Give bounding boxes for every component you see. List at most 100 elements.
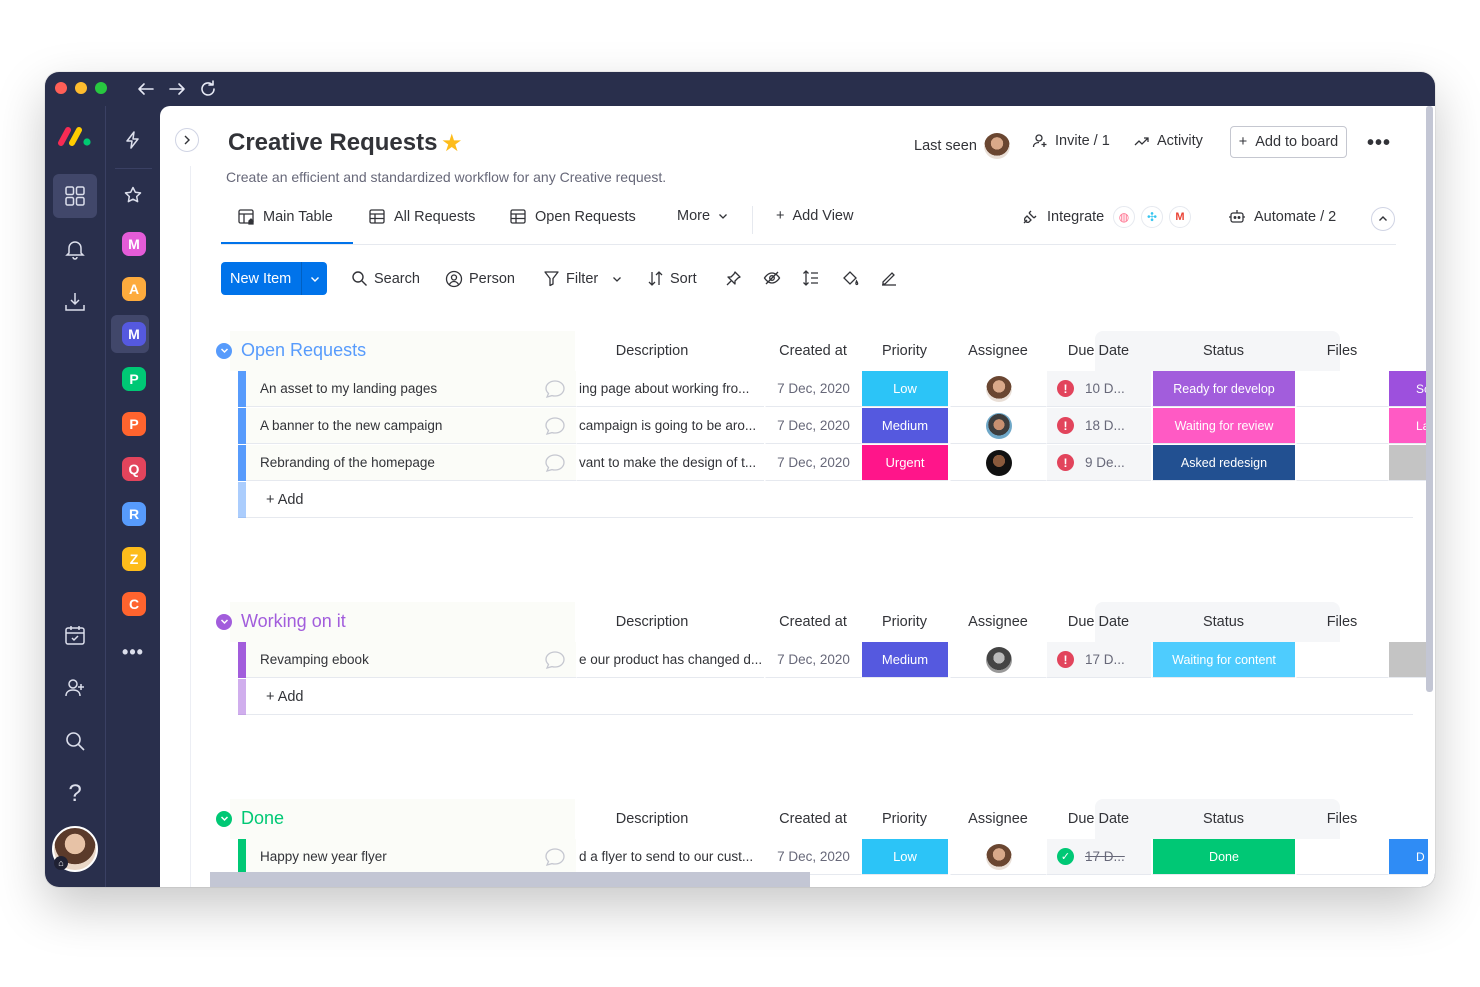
tab-main-table[interactable]: Main Table (237, 208, 333, 226)
overflow-column-cell[interactable]: D (1388, 839, 1428, 875)
assignee-cell[interactable] (950, 408, 1046, 444)
new-item-button[interactable]: New Item (221, 262, 327, 295)
table-row[interactable]: Happy new year flyer d a flyer to send t… (238, 839, 1428, 876)
assignee-cell[interactable] (950, 839, 1046, 875)
group-title-working-on-it[interactable]: Working on it (216, 611, 346, 632)
chevron-down-icon[interactable] (302, 274, 327, 284)
group-collapse-chevron-icon[interactable] (216, 810, 232, 827)
column-header-files[interactable]: Files (1296, 343, 1388, 359)
slack-integration-icon[interactable]: ✣ (1141, 206, 1163, 228)
add-view-button[interactable]: + Add View (776, 208, 853, 224)
automate-button[interactable]: Automate / 2 (1228, 208, 1336, 226)
column-header-files[interactable]: Files (1296, 811, 1388, 827)
priority-cell[interactable]: Urgent (861, 445, 948, 481)
user-avatar[interactable]: ⌂ (52, 826, 98, 872)
status-cell[interactable]: Ready for develop (1152, 371, 1295, 407)
status-cell[interactable]: Asked redesign (1152, 445, 1295, 481)
column-header-assignee[interactable]: Assignee (950, 811, 1046, 827)
table-row[interactable]: Revamping ebook e our product has change… (238, 642, 1428, 679)
due-date-cell[interactable]: ✓ 17 D... (1046, 839, 1151, 875)
group-title-open-requests[interactable]: Open Requests (216, 340, 366, 361)
priority-cell[interactable]: Medium (861, 642, 948, 678)
group-title-done[interactable]: Done (216, 808, 284, 829)
updates-chat-icon[interactable] (544, 379, 566, 399)
column-header-assignee[interactable]: Assignee (950, 614, 1046, 630)
files-cell[interactable] (1296, 642, 1388, 678)
my-work-calendar-icon[interactable] (53, 613, 97, 657)
assignee-cell[interactable] (950, 445, 1046, 481)
column-header-created-at[interactable]: Created at (765, 343, 861, 359)
overflow-column-cell[interactable]: Sc (1388, 371, 1428, 407)
invite-members-icon[interactable] (53, 666, 97, 710)
column-header-created-at[interactable]: Created at (765, 811, 861, 827)
add-item-label[interactable]: + Add (266, 689, 304, 705)
overflow-column-cell[interactable] (1388, 445, 1428, 481)
due-date-cell[interactable]: ! 18 D... (1046, 408, 1151, 444)
workspace-badge-m[interactable]: M (122, 322, 146, 346)
column-header-status[interactable]: Status (1152, 343, 1295, 359)
status-cell[interactable]: Waiting for content (1152, 642, 1295, 678)
integrate-button[interactable]: Integrate (1021, 208, 1104, 226)
notifications-bell-icon[interactable] (53, 227, 97, 271)
maximize-window-button[interactable] (95, 82, 107, 94)
tab-all-requests[interactable]: All Requests (368, 208, 475, 226)
column-header-description[interactable]: Description (591, 343, 713, 359)
overflow-column-cell[interactable]: La (1388, 408, 1428, 444)
description-cell[interactable]: campaign is going to be aro... (576, 408, 764, 444)
hide-eye-icon[interactable] (762, 268, 782, 288)
workspace-badge-r[interactable]: R (122, 502, 146, 526)
column-header-priority[interactable]: Priority (861, 811, 948, 827)
table-row[interactable]: An asset to my landing pages ing page ab… (238, 371, 1428, 408)
favorites-star-icon[interactable] (119, 181, 147, 209)
reload-icon[interactable] (195, 76, 221, 102)
workspace-badge-p-locked[interactable]: P (122, 367, 146, 391)
person-filter-button[interactable]: Person (445, 270, 515, 288)
search-icon[interactable] (53, 719, 97, 763)
column-header-assignee[interactable]: Assignee (950, 343, 1046, 359)
column-header-due-date[interactable]: Due Date (1046, 614, 1151, 630)
last-seen[interactable]: Last seen (914, 133, 1010, 159)
tab-more-dropdown[interactable]: More (677, 208, 728, 224)
sort-button[interactable]: Sort (647, 270, 697, 287)
collapse-header-button[interactable] (1371, 207, 1395, 231)
column-header-files[interactable]: Files (1296, 614, 1388, 630)
column-header-description[interactable]: Description (591, 614, 713, 630)
files-cell[interactable] (1296, 408, 1388, 444)
group-collapse-chevron-icon[interactable] (216, 342, 232, 359)
close-window-button[interactable] (55, 82, 67, 94)
updates-chat-icon[interactable] (544, 453, 566, 473)
add-to-board-button[interactable]: + Add to board (1230, 126, 1347, 158)
column-header-created-at[interactable]: Created at (765, 614, 861, 630)
activity-button[interactable]: Activity (1134, 133, 1203, 149)
workspaces-grid-icon[interactable] (53, 174, 97, 218)
dribbble-integration-icon[interactable]: ◍ (1113, 206, 1135, 228)
horizontal-scrollbar[interactable] (210, 872, 810, 887)
description-cell[interactable]: e our product has changed d... (576, 642, 764, 678)
more-workspaces-icon[interactable]: ••• (119, 638, 147, 666)
table-row[interactable]: Rebranding of the homepage vant to make … (238, 445, 1428, 482)
due-date-cell[interactable]: ! 9 De... (1046, 445, 1151, 481)
monday-logo-icon[interactable] (53, 114, 97, 158)
group-collapse-chevron-icon[interactable] (216, 613, 232, 630)
inbox-download-icon[interactable] (53, 280, 97, 324)
updates-chat-icon[interactable] (544, 650, 566, 670)
color-paint-bucket-icon[interactable] (840, 268, 860, 288)
overflow-column-cell[interactable] (1388, 642, 1428, 678)
item-name[interactable]: Happy new year flyer (260, 849, 387, 864)
workspace-badge-c[interactable]: C (122, 592, 146, 616)
minimize-window-button[interactable] (75, 82, 87, 94)
item-name[interactable]: An asset to my landing pages (260, 381, 437, 396)
workspace-badge-p[interactable]: P (122, 412, 146, 436)
board-more-menu-icon[interactable]: ••• (1367, 132, 1391, 155)
filter-button[interactable]: Filter (543, 270, 622, 287)
column-header-description[interactable]: Description (591, 811, 713, 827)
due-date-cell[interactable]: ! 17 D... (1046, 642, 1151, 678)
column-header-status[interactable]: Status (1152, 614, 1295, 630)
description-cell[interactable]: d a flyer to send to our cust... (576, 839, 764, 875)
files-cell[interactable] (1296, 839, 1388, 875)
files-cell[interactable] (1296, 445, 1388, 481)
workspace-badge-q[interactable]: Q (122, 457, 146, 481)
item-name[interactable]: Revamping ebook (260, 652, 369, 667)
row-height-icon[interactable] (801, 268, 821, 288)
column-header-due-date[interactable]: Due Date (1046, 343, 1151, 359)
